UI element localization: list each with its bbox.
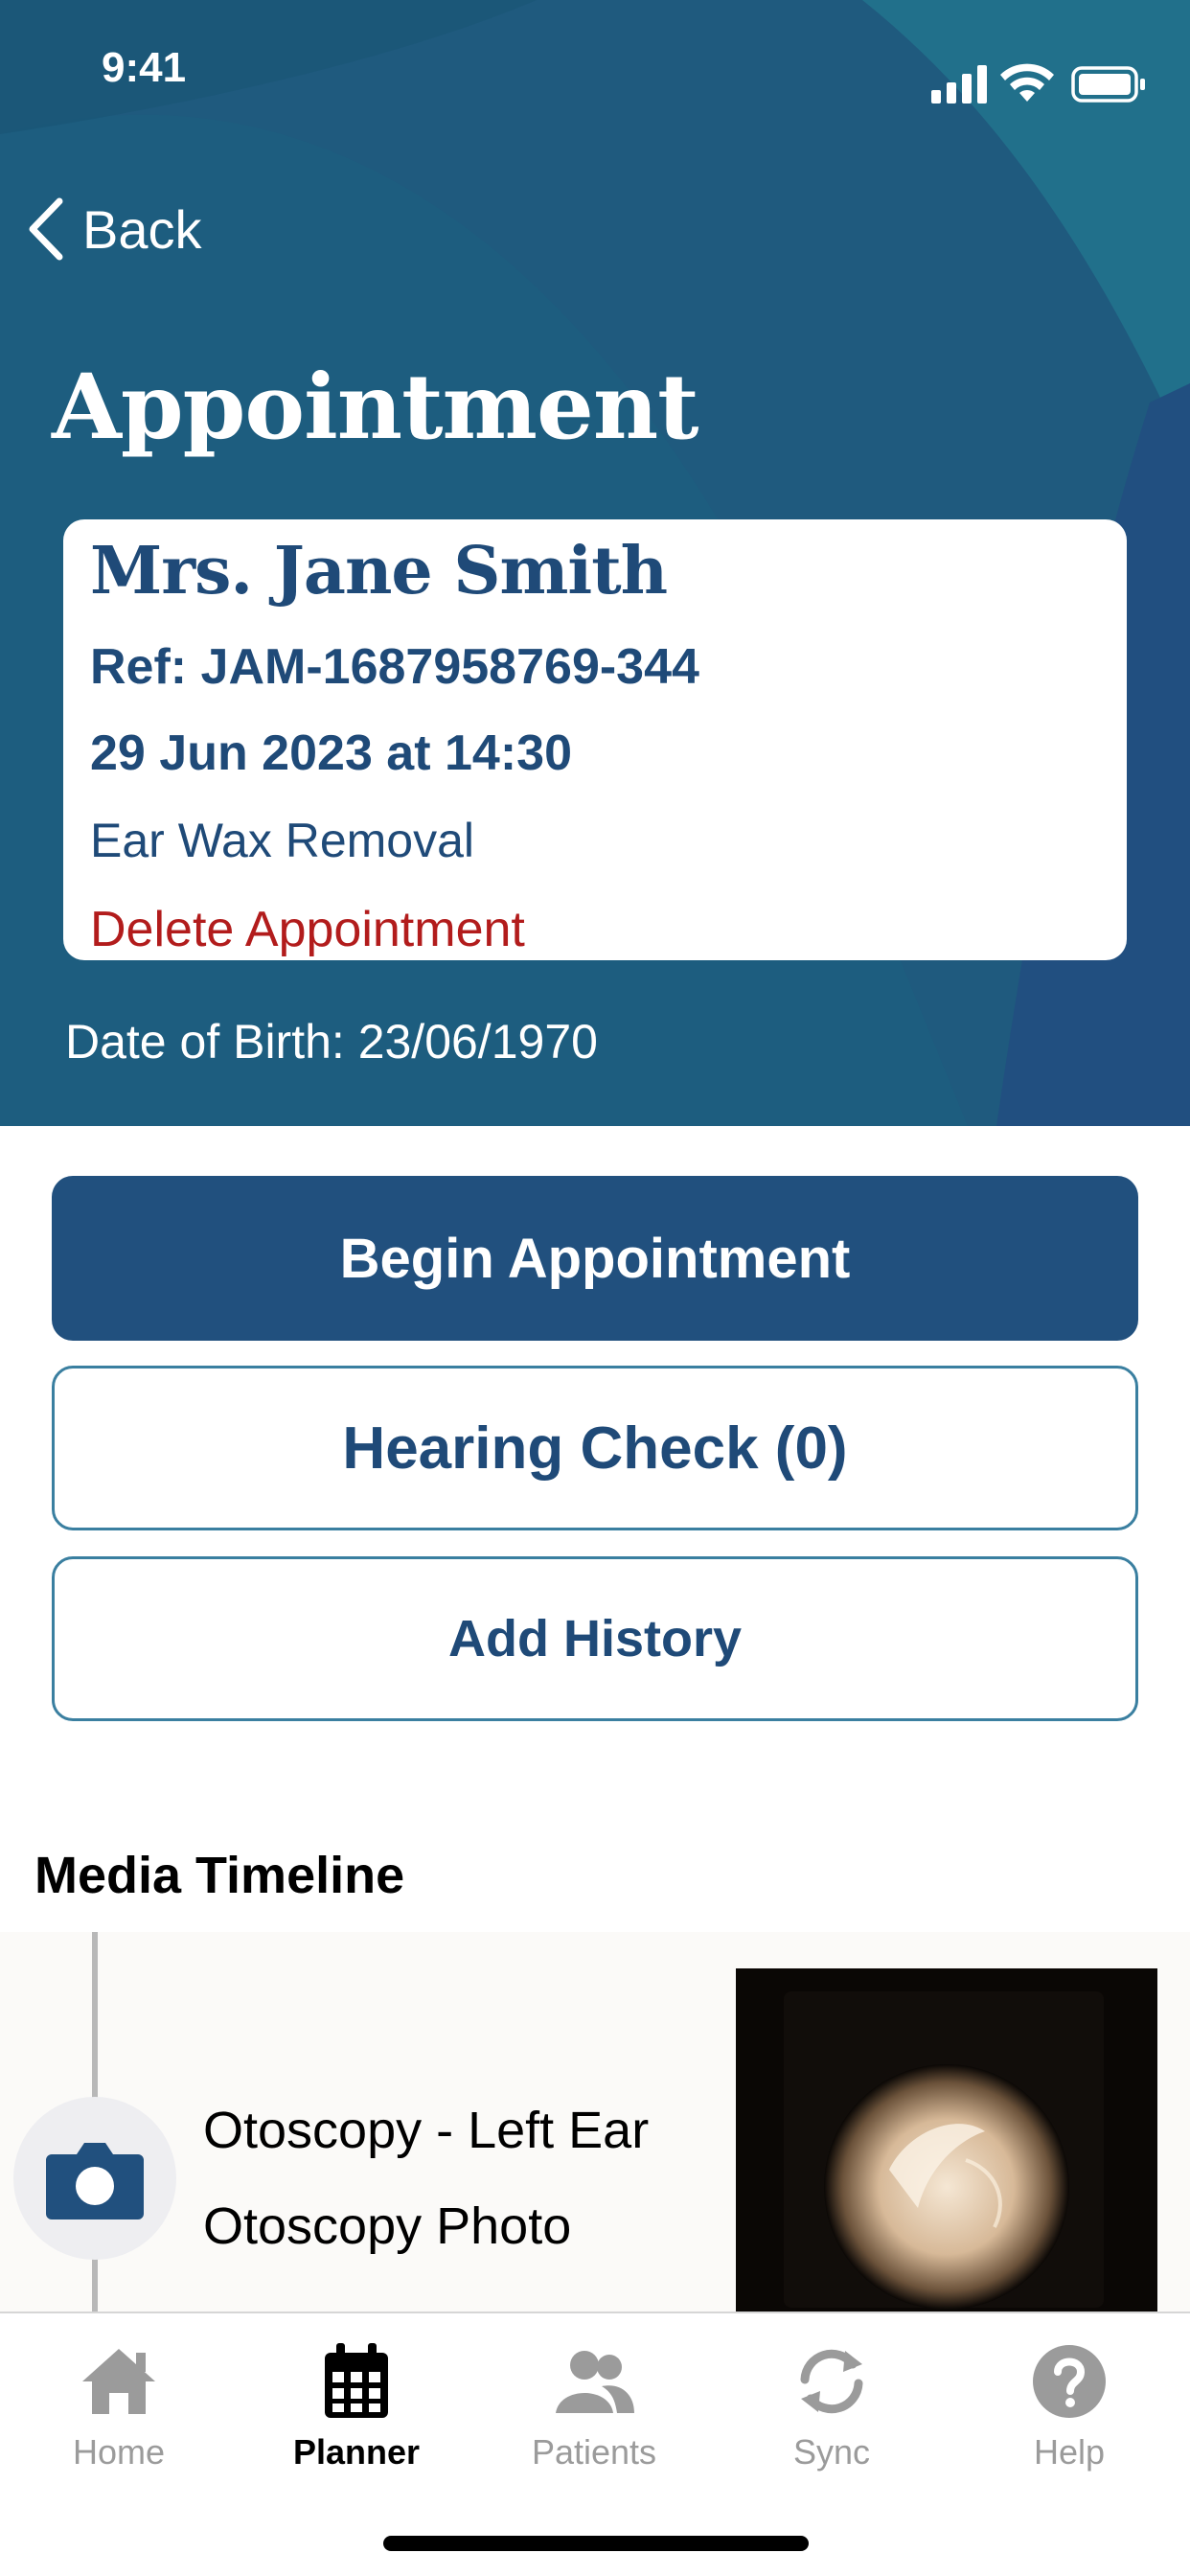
battery-icon xyxy=(1071,66,1145,103)
sync-icon xyxy=(800,2349,863,2414)
header: 9:41 Back Appointment Mrs. Jane Smith Re… xyxy=(0,0,1190,1126)
patient-name: Mrs. Jane Smith xyxy=(90,533,668,610)
status-time: 9:41 xyxy=(102,44,187,91)
back-button[interactable]: Back xyxy=(27,192,202,266)
media-timeline-title: Media Timeline xyxy=(34,1847,405,1904)
timeline-item-badge xyxy=(13,2097,176,2260)
appointment-service: Ear Wax Removal xyxy=(90,814,475,867)
tab-patients-label: Patients xyxy=(531,2432,657,2472)
page-title: Appointment xyxy=(52,355,699,460)
timeline-item-title[interactable]: Otoscopy - Left Ear xyxy=(203,2101,649,2160)
home-indicator xyxy=(383,2536,809,2551)
begin-appointment-button[interactable]: Begin Appointment xyxy=(52,1176,1138,1341)
tab-sync-label: Sync xyxy=(792,2432,871,2472)
chevron-left-icon xyxy=(29,197,63,261)
tab-planner[interactable]: Planner xyxy=(238,2340,475,2484)
tab-home-label: Home xyxy=(72,2432,166,2472)
tab-help[interactable]: Help xyxy=(950,2340,1188,2484)
status-icons xyxy=(931,63,1152,110)
appointment-card: Mrs. Jane Smith Ref: JAM-1687958769-344 … xyxy=(63,519,1127,960)
media-timeline: Otoscopy - Left Ear Otoscopy Photo xyxy=(0,1932,1190,2312)
people-icon xyxy=(556,2351,634,2413)
home-icon xyxy=(82,2349,155,2414)
delete-appointment-link[interactable]: Delete Appointment xyxy=(90,901,525,958)
tab-sync[interactable]: Sync xyxy=(713,2340,950,2484)
hearing-check-button[interactable]: Hearing Check (0) xyxy=(52,1366,1138,1530)
appointment-reference: Ref: JAM-1687958769-344 xyxy=(90,639,699,695)
back-label: Back xyxy=(82,198,202,260)
tab-planner-label: Planner xyxy=(292,2432,421,2472)
wifi-icon xyxy=(1000,63,1054,102)
help-icon xyxy=(1033,2345,1106,2418)
otoscopy-photo-thumbnail[interactable] xyxy=(736,1968,1157,2312)
signal-icon xyxy=(931,65,987,104)
camera-icon xyxy=(46,2143,144,2220)
appointment-datetime: 29 Jun 2023 at 14:30 xyxy=(90,725,572,781)
date-of-birth: Date of Birth: 23/06/1970 xyxy=(65,1015,598,1069)
calendar-icon xyxy=(325,2343,388,2418)
timeline-item-subtitle: Otoscopy Photo xyxy=(203,2197,572,2255)
add-history-button[interactable]: Add History xyxy=(52,1556,1138,1721)
tab-help-label: Help xyxy=(1033,2432,1106,2472)
tab-home[interactable]: Home xyxy=(0,2340,238,2484)
tab-patients[interactable]: Patients xyxy=(475,2340,713,2484)
